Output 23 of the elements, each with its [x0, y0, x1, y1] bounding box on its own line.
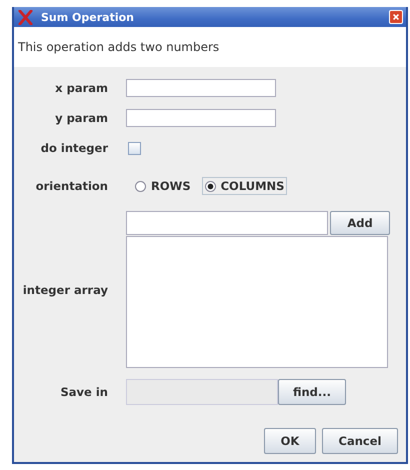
- field-label: Save in: [60, 385, 108, 399]
- close-button[interactable]: [389, 10, 403, 24]
- add-button[interactable]: Add: [330, 211, 390, 235]
- radio-button[interactable]: [204, 180, 216, 192]
- radio-group-label: orientation: [34, 179, 108, 193]
- checkbox-label: do integer: [40, 141, 108, 155]
- dialog-button[interactable]: Cancel: [322, 428, 398, 454]
- list-box[interactable]: [126, 236, 388, 368]
- find-button[interactable]: find...: [278, 379, 346, 405]
- checkbox[interactable]: [128, 142, 141, 154]
- close-icon: [392, 13, 400, 21]
- radio-label[interactable]: ROWS: [151, 179, 191, 193]
- list-label: integer array: [22, 282, 108, 296]
- input-field[interactable]: [126, 79, 276, 97]
- dialog-button[interactable]: OK: [264, 428, 316, 454]
- description-text: This operation adds two numbers: [18, 40, 220, 54]
- radio-button[interactable]: [135, 180, 146, 192]
- input-field[interactable]: [126, 211, 328, 235]
- field-label: y param: [54, 111, 108, 125]
- x-logo-icon: [18, 10, 33, 24]
- input-field[interactable]: [126, 109, 276, 127]
- field-label: x param: [54, 81, 108, 95]
- window-title: Sum Operation: [41, 10, 135, 24]
